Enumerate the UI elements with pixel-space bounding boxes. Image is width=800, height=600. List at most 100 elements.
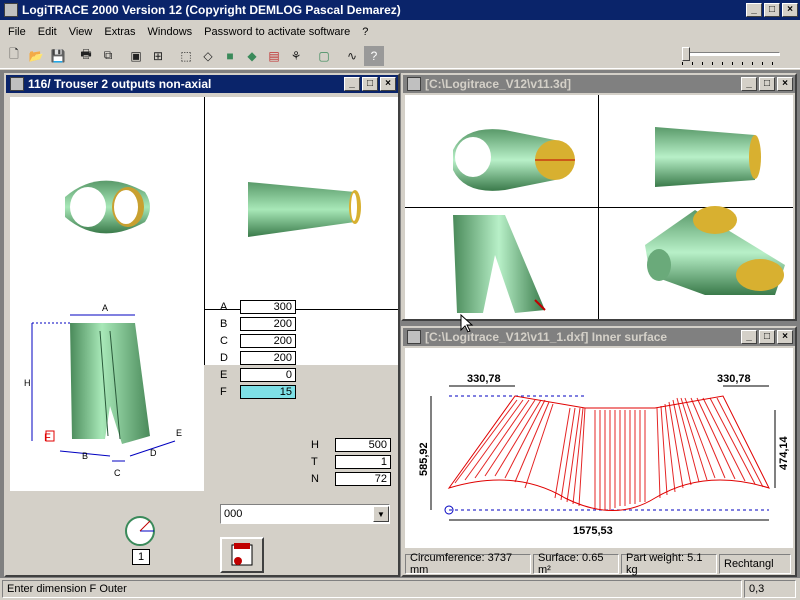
close-button[interactable]: × [777, 77, 793, 91]
view3d-window: [C:\Logitrace_V12\v11.3d] _ □ × [401, 73, 797, 321]
menu-windows[interactable]: Windows [142, 26, 199, 38]
dim-right: 474,14 [778, 435, 790, 470]
param-n-input[interactable]: 72 [335, 472, 391, 486]
menu-view[interactable]: View [63, 26, 99, 38]
app-icon [4, 3, 18, 17]
view3d-title: [C:\Logitrace_V12\v11.3d] [425, 77, 572, 91]
mouse-cursor-icon [460, 314, 474, 333]
option-select-value: 000 [224, 508, 243, 520]
minimize-button[interactable]: _ [741, 77, 757, 91]
menu-extras[interactable]: Extras [98, 26, 141, 38]
app-title: LogiTRACE 2000 Version 12 (Copyright DEM… [22, 3, 401, 17]
dim-bottom: 1575,53 [573, 525, 613, 537]
color-palette-icon[interactable]: ▤ [264, 46, 284, 66]
angle-field[interactable]: 1 [132, 549, 150, 565]
param-a-input[interactable]: 300 [240, 300, 296, 314]
param-row-d: D 200 [220, 351, 296, 365]
menu-help[interactable]: ? [356, 26, 374, 38]
wireframe-cube-icon[interactable]: ⬚ [176, 46, 196, 66]
param-c-input[interactable]: 200 [240, 334, 296, 348]
app-titlebar: LogiTRACE 2000 Version 12 (Copyright DEM… [0, 0, 800, 20]
param-row-f: F 15 [220, 385, 296, 399]
param-row-a: A 300 [220, 300, 296, 314]
param-row-n: N 72 [311, 472, 391, 486]
dim-label-e: E [176, 428, 182, 438]
maximize-button[interactable]: □ [362, 77, 378, 91]
window-icon [407, 77, 421, 91]
dim-label-a: A [102, 303, 108, 313]
param-b-input[interactable]: 200 [240, 317, 296, 331]
new-file-icon[interactable]: 🗋 [4, 46, 24, 66]
dim-label-h: H [24, 378, 31, 388]
option-select[interactable]: 000 ▼ [220, 504, 390, 524]
param-h-input[interactable]: 500 [335, 438, 391, 452]
dim-top-right: 330,78 [717, 373, 751, 385]
view3d-pane[interactable] [405, 95, 793, 319]
open-folder-icon[interactable]: 📂 [26, 46, 46, 66]
param-label: F [220, 386, 227, 398]
dimension-diagram: A H F B C D E [10, 291, 204, 491]
menu-password[interactable]: Password to activate software [198, 26, 356, 38]
menu-edit[interactable]: Edit [32, 26, 63, 38]
param-row-c: C 200 [220, 334, 296, 348]
param-row-h: H 500 [311, 438, 391, 452]
tree-icon[interactable]: ⚘ [286, 46, 306, 66]
param-row-t: T1 [311, 455, 391, 469]
param-row-b: B 200 [220, 317, 296, 331]
quad-view-icon[interactable]: ⊞ [148, 46, 168, 66]
param-d-input[interactable]: 200 [240, 351, 296, 365]
param-label: E [220, 369, 228, 381]
param-label: B [220, 318, 228, 330]
single-view-icon[interactable]: ▣ [126, 46, 146, 66]
dim-top-left: 330,78 [467, 373, 501, 385]
param-t-input[interactable]: 1 [335, 455, 391, 469]
param-label: A [220, 301, 228, 313]
param-label: C [220, 335, 228, 347]
status-coords: 0,3 [744, 580, 796, 598]
surface-info: Surface: 0.65 m² [533, 552, 619, 576]
window-icon [10, 77, 24, 91]
minimize-button[interactable]: _ [741, 330, 757, 344]
dxf-window: [C:\Logitrace_V12\v11_1.dxf] Inner surfa… [401, 326, 797, 577]
calculate-button[interactable] [220, 537, 264, 573]
solid-cube-icon[interactable]: ◆ [242, 46, 262, 66]
maximize-button[interactable]: □ [759, 77, 775, 91]
menu-file[interactable]: File [2, 26, 32, 38]
unfold-icon[interactable]: ▢ [314, 46, 334, 66]
chevron-down-icon[interactable]: ▼ [373, 506, 389, 522]
toolbar: 🗋 📂 💾 🖶 ⧉ ▣ ⊞ ⬚ ◇ ■ ◆ ▤ ⚘ ▢ ∿ ? [0, 43, 800, 69]
left-window-title: 116/ Trouser 2 outputs non-axial [28, 77, 212, 91]
param-f-input[interactable]: 15 [240, 385, 296, 399]
close-button[interactable]: × [777, 330, 793, 344]
zoom-slider[interactable] [680, 47, 782, 65]
unfolded-pattern: 330,78 330,78 585,92 474,14 1575,53 [418, 373, 790, 537]
param-e-input[interactable]: 0 [240, 368, 296, 382]
curve-icon[interactable]: ∿ [342, 46, 362, 66]
hidden-line-cube-icon[interactable]: ◇ [198, 46, 218, 66]
left-window: 116/ Trouser 2 outputs non-axial _ □ × A… [4, 73, 400, 577]
minimize-button[interactable]: _ [746, 3, 762, 17]
dxf-pane[interactable]: 330,78 330,78 585,92 474,14 1575,53 [405, 348, 793, 548]
dim-label-b: B [82, 451, 88, 461]
weight-info: Part weight: 5.1 kg [621, 552, 717, 576]
param-label: H [311, 439, 319, 451]
slider-thumb[interactable] [682, 47, 690, 61]
dim-left: 585,92 [418, 442, 430, 476]
info-icon[interactable]: ? [364, 45, 384, 66]
shaded-cube-icon[interactable]: ■ [220, 46, 240, 66]
close-button[interactable]: × [782, 3, 798, 17]
param-label: N [311, 473, 319, 485]
dim-label-f: F [44, 432, 51, 444]
maximize-button[interactable]: □ [764, 3, 780, 17]
param-label: D [220, 352, 228, 364]
minimize-button[interactable]: _ [344, 77, 360, 91]
close-button[interactable]: × [380, 77, 396, 91]
circumference-info: Circumference: 3737 mm [405, 552, 531, 576]
param-label: T [311, 456, 318, 468]
save-icon[interactable]: 💾 [48, 46, 68, 66]
angle-icon[interactable] [122, 515, 158, 547]
maximize-button[interactable]: □ [759, 330, 775, 344]
print-icon[interactable]: 🖶 [76, 46, 96, 66]
copy-icon[interactable]: ⧉ [98, 46, 118, 66]
pipe-3d-views [453, 127, 785, 313]
